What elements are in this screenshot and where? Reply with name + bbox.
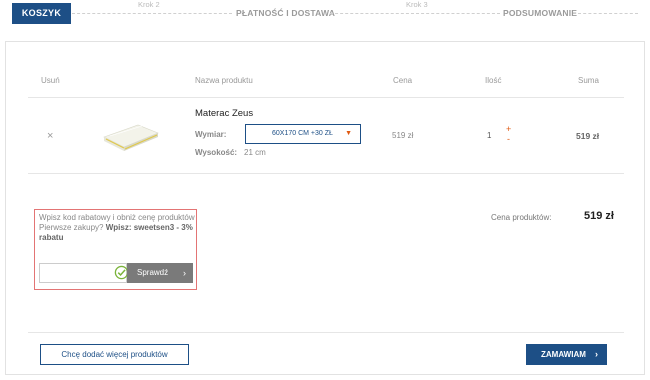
coupon-line1: Wpisz kod rabatowy i obniż cenę produktó… bbox=[39, 213, 195, 222]
step2-small-label: Krok 2 bbox=[138, 0, 160, 9]
height-value: 21 cm bbox=[244, 148, 266, 157]
footer-divider bbox=[28, 332, 624, 333]
header-price: Cena bbox=[393, 76, 413, 85]
table-divider bbox=[28, 97, 624, 98]
product-thumbnail[interactable] bbox=[98, 117, 162, 153]
chevron-right-icon: › bbox=[595, 349, 598, 359]
header-sum: Suma bbox=[578, 76, 599, 85]
height-label: Wysokość: bbox=[195, 148, 238, 157]
quantity-decrease-button[interactable]: - bbox=[507, 135, 510, 144]
header-product-name: Nazwa produktu bbox=[195, 76, 253, 85]
step3-small-label: Krok 3 bbox=[406, 0, 428, 9]
add-more-products-button[interactable]: Chcę dodać więcej produktów bbox=[40, 344, 189, 365]
order-button[interactable]: ZAMAWIAM › bbox=[526, 344, 607, 365]
step-divider bbox=[578, 13, 638, 14]
header-quantity: Ilość bbox=[485, 76, 502, 85]
chevron-right-icon: › bbox=[183, 268, 186, 278]
step-divider bbox=[72, 13, 232, 14]
cart-panel: Usuń Nazwa produktu Cena Ilość Suma × Ma… bbox=[5, 41, 645, 375]
step-divider bbox=[330, 13, 500, 14]
header-remove: Usuń bbox=[41, 76, 60, 85]
coupon-line2-prefix: Pierwsze zakupy? bbox=[39, 223, 106, 232]
row-sum: 519 zł bbox=[576, 131, 600, 141]
check-coupon-label: Sprawdź bbox=[137, 268, 169, 277]
step-payment-delivery: PŁATNOŚĆ I DOSTAWA bbox=[236, 8, 336, 18]
products-total-value: 519 zł bbox=[584, 210, 614, 222]
quantity-increase-button[interactable]: + bbox=[506, 125, 511, 134]
dropdown-arrow-icon: ▼ bbox=[345, 130, 352, 137]
product-name[interactable]: Materac Zeus bbox=[195, 108, 253, 119]
check-coupon-button[interactable]: Sprawdź › bbox=[127, 263, 193, 283]
checkout-steps: KOSZYK Krok 2 PŁATNOŚĆ I DOSTAWA Krok 3 … bbox=[0, 0, 650, 28]
coupon-description: Wpisz kod rabatowy i obniż cenę produktó… bbox=[39, 213, 195, 243]
remove-item-icon[interactable]: × bbox=[47, 130, 53, 142]
quantity-value: 1 bbox=[487, 131, 492, 140]
products-total-label: Cena produktów: bbox=[491, 213, 552, 222]
coupon-box: Wpisz kod rabatowy i obniż cenę produktó… bbox=[34, 209, 197, 290]
table-divider bbox=[28, 173, 624, 174]
step-cart[interactable]: KOSZYK bbox=[12, 3, 71, 24]
size-label: Wymiar: bbox=[195, 130, 227, 139]
size-select[interactable]: 60X170 CM +30 ZŁ ▼ bbox=[245, 124, 361, 144]
step-summary: PODSUMOWANIE bbox=[503, 8, 578, 18]
unit-price: 519 zł bbox=[392, 131, 414, 140]
size-select-value: 60X170 CM +30 ZŁ bbox=[272, 130, 333, 137]
order-button-label: ZAMAWIAM bbox=[541, 350, 586, 359]
